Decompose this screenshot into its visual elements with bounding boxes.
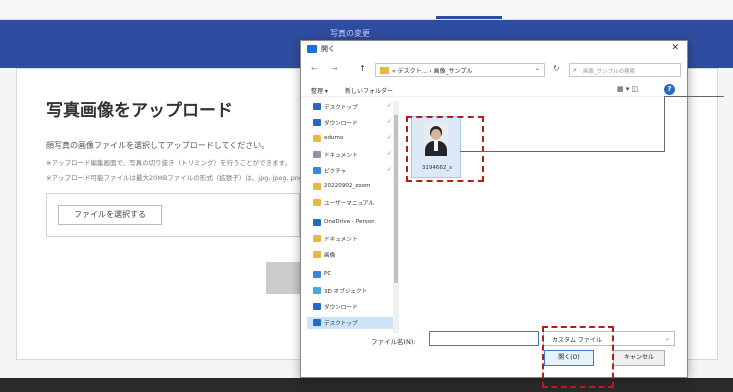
callout-line	[664, 96, 724, 97]
download-icon	[313, 303, 321, 310]
desktop-icon	[313, 103, 321, 110]
choose-file-button[interactable]: ファイルを選択する	[58, 205, 162, 225]
nav-item[interactable]: ピクチャ ✓	[307, 165, 399, 177]
scrollbar-thumb[interactable]	[394, 115, 398, 283]
dialog-nav-row: ← → ↑ « デスクト... › 画像_サンプル ⌄ ↻ ⌕ 画像_サンプルの…	[301, 61, 687, 79]
folder-icon	[313, 183, 321, 190]
nav-item[interactable]: デスクトップ ✓	[307, 101, 399, 113]
nav-item-label: ドキュメント	[324, 237, 358, 243]
navigation-scrollbar[interactable]	[393, 101, 399, 333]
nav-item-label: 画像	[324, 253, 336, 259]
nav-item-label: 20220902_zoom	[324, 183, 371, 189]
nav-item[interactable]: ドキュメント	[307, 233, 399, 245]
nav-item[interactable]: 3D オブジェクト	[307, 285, 399, 297]
trimming-note: ※アップロード編集画面で、写真の切り抜き（トリミング）を行うことができます。	[46, 159, 292, 167]
callout-line	[664, 96, 665, 151]
folder-icon	[313, 235, 321, 242]
filename-input[interactable]	[429, 331, 539, 346]
back-arrow-icon[interactable]: ←	[311, 64, 318, 73]
nav-item-label: OneDrive - Person	[324, 219, 375, 225]
nav-item-label: ドキュメント	[324, 153, 358, 159]
folder-icon	[313, 135, 321, 142]
cloud-icon	[313, 219, 321, 226]
instruction-text: 顔写真の画像ファイルを選択してアップロードしてください。	[46, 141, 270, 150]
search-placeholder: 画像_サンプルの検索	[583, 69, 636, 75]
pin-icon: ✓	[387, 134, 393, 141]
help-icon[interactable]: ?	[664, 84, 675, 95]
nav-item[interactable]: ドキュメント ✓	[307, 149, 399, 161]
nav-item-label: ピクチャ	[324, 169, 347, 175]
folder-icon	[313, 199, 321, 206]
refresh-icon[interactable]: ↻	[553, 64, 560, 73]
dialog-title-bar: 開く ✕	[301, 41, 687, 59]
address-bar[interactable]: « デスクト... › 画像_サンプル ⌄	[375, 63, 545, 77]
dialog-command-bar: 整理 ▾ 新しいフォルダー ▦ ▾ ◫ ?	[301, 83, 687, 97]
picture-icon	[313, 167, 321, 174]
nav-item[interactable]: PC	[307, 269, 399, 281]
nav-item[interactable]: ユーザーマニュアル	[307, 197, 399, 209]
active-tab-indicator	[436, 16, 502, 19]
organize-menu[interactable]: 整理 ▾	[311, 86, 328, 95]
document-icon	[313, 151, 321, 158]
nav-item-label: デスクトップ	[324, 105, 358, 111]
filename-label: ファイル名(N):	[371, 338, 416, 346]
nav-item-label: PC	[324, 271, 332, 277]
pin-icon: ✓	[387, 150, 393, 157]
folder-icon	[380, 67, 389, 74]
nav-item[interactable]: ダウンロード ✓	[307, 117, 399, 129]
nav-item-label: 3D オブジェクト	[324, 289, 368, 295]
footer-bar	[0, 378, 733, 392]
chevron-down-icon: ⌄	[664, 335, 670, 342]
up-arrow-icon[interactable]: ↑	[359, 64, 366, 73]
3d-objects-icon	[313, 287, 321, 294]
callout-line	[460, 151, 665, 152]
nav-item[interactable]: ダウンロード	[307, 301, 399, 313]
search-input[interactable]: ⌕ 画像_サンプルの検索	[569, 63, 681, 77]
upload-button[interactable]	[266, 262, 302, 294]
pin-icon: ✓	[387, 166, 393, 173]
nav-item[interactable]: OneDrive - Person	[307, 217, 399, 229]
new-folder-button[interactable]: 新しいフォルダー	[345, 86, 393, 95]
forward-arrow-icon[interactable]: →	[331, 64, 338, 73]
desktop-icon	[313, 319, 321, 326]
pin-icon: ✓	[387, 118, 393, 125]
open-file-dialog: 開く ✕ ← → ↑ « デスクト... › 画像_サンプル ⌄ ↻ ⌕ 画像_…	[300, 40, 688, 378]
folder-icon	[313, 251, 321, 258]
dialog-app-icon	[307, 45, 317, 53]
nav-item[interactable]: 20220902_zoom	[307, 181, 399, 193]
nav-item-label: ダウンロード	[324, 121, 358, 127]
banner-title: 写真の変更	[330, 29, 370, 38]
page-title: 写真画像をアップロード	[46, 101, 233, 121]
nav-item-label: edumo	[324, 135, 344, 141]
nav-item[interactable]: デスクトップ	[307, 317, 399, 329]
nav-item-label: ユーザーマニュアル	[324, 201, 375, 207]
file-limit-note: ※アップロード可能ファイルは最大20MBファイルの形式（拡張子）は、jpg, j…	[46, 174, 300, 182]
nav-item-label: ダウンロード	[324, 305, 358, 311]
search-icon: ⌕	[573, 66, 577, 74]
dialog-title: 開く	[321, 45, 335, 53]
pc-icon	[313, 271, 321, 278]
nav-item-label: デスクトップ	[324, 321, 358, 327]
top-tab-strip	[0, 0, 733, 20]
file-highlight-box	[406, 116, 484, 182]
nav-item[interactable]: edumo ✓	[307, 133, 399, 145]
navigation-pane: デスクトップ ✓ ダウンロード ✓ edumo ✓ ドキュメント ✓ ピクチャ ✓ 20220902…	[307, 101, 399, 333]
chevron-down-icon[interactable]: ⌄	[535, 65, 540, 72]
view-options-icon[interactable]: ▦ ▾ ◫	[617, 85, 638, 93]
download-icon	[313, 119, 321, 126]
cancel-button[interactable]: キャンセル	[613, 350, 665, 366]
nav-item[interactable]: 画像	[307, 249, 399, 261]
close-icon[interactable]: ✕	[671, 43, 679, 53]
open-button-highlight-box	[542, 326, 614, 388]
pin-icon: ✓	[387, 102, 393, 109]
address-path: « デスクト... › 画像_サンプル	[392, 68, 473, 75]
